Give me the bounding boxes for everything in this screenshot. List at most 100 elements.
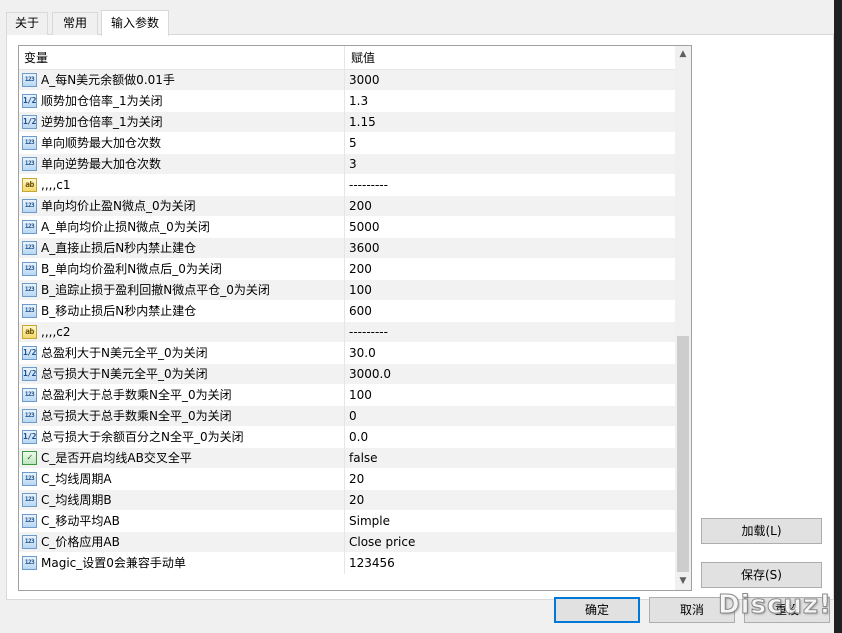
- table-row[interactable]: 123 C_均线周期B 20: [19, 490, 675, 511]
- variable-cell[interactable]: 123 单向顺势最大加仓次数: [19, 133, 345, 154]
- variable-name: A_单向均价止损N微点_0为关闭: [41, 220, 210, 234]
- variable-cell[interactable]: 123 单向均价止盈N微点_0为关闭: [19, 196, 345, 217]
- variable-name: B_移动止损后N秒内禁止建仓: [41, 304, 197, 318]
- table-row[interactable]: 123 C_价格应用AB Close price: [19, 532, 675, 553]
- window-edge: [834, 0, 842, 633]
- variable-cell[interactable]: 123 C_均线周期A: [19, 469, 345, 490]
- value-cell[interactable]: 20: [346, 490, 675, 511]
- ok-button[interactable]: 确定: [554, 597, 640, 623]
- tab-about[interactable]: 关于: [6, 12, 48, 35]
- table-row[interactable]: 1/2 总亏损大于余额百分之N全平_0为关闭 0.0: [19, 427, 675, 448]
- variable-cell[interactable]: 1/2 总亏损大于余额百分之N全平_0为关闭: [19, 427, 345, 448]
- variable-cell[interactable]: 123 C_价格应用AB: [19, 532, 345, 553]
- column-header-value[interactable]: 赋值: [346, 46, 675, 70]
- type-double-icon: 1/2: [22, 94, 37, 108]
- load-button[interactable]: 加载(L): [701, 518, 822, 544]
- table-row[interactable]: ✓ C_是否开启均线AB交叉全平 false: [19, 448, 675, 469]
- type-bool-icon: ✓: [22, 451, 37, 465]
- variable-name: 总亏损大于N美元全平_0为关闭: [41, 367, 208, 381]
- table-row[interactable]: 123 B_移动止损后N秒内禁止建仓 600: [19, 301, 675, 322]
- variable-cell[interactable]: ab ,,,,c2: [19, 322, 345, 343]
- value-cell[interactable]: 1.3: [346, 91, 675, 112]
- table-row[interactable]: 1/2 总亏损大于N美元全平_0为关闭 3000.0: [19, 364, 675, 385]
- variable-name: C_是否开启均线AB交叉全平: [41, 451, 192, 465]
- variable-name: ,,,,c1: [41, 178, 71, 192]
- table-row[interactable]: 123 总亏损大于总手数乘N全平_0为关闭 0: [19, 406, 675, 427]
- tab-inputs[interactable]: 输入参数: [101, 10, 169, 36]
- table-row[interactable]: 123 C_移动平均AB Simple: [19, 511, 675, 532]
- value-cell[interactable]: 200: [346, 259, 675, 280]
- variable-cell[interactable]: 123 Magic_设置0会兼容手动单: [19, 553, 345, 574]
- variable-cell[interactable]: 123 总亏损大于总手数乘N全平_0为关闭: [19, 406, 345, 427]
- table-row[interactable]: 123 A_每N美元余额做0.01手 3000: [19, 70, 675, 91]
- save-button[interactable]: 保存(S): [701, 562, 822, 588]
- tab-common[interactable]: 常用: [52, 12, 98, 35]
- table-row[interactable]: 123 A_直接止损后N秒内禁止建仓 3600: [19, 238, 675, 259]
- value-cell[interactable]: false: [346, 448, 675, 469]
- variable-name: 总亏损大于余额百分之N全平_0为关闭: [41, 430, 244, 444]
- table-row[interactable]: 1/2 逆势加仓倍率_1为关闭 1.15: [19, 112, 675, 133]
- value-cell[interactable]: 3600: [346, 238, 675, 259]
- table-row[interactable]: 123 C_均线周期A 20: [19, 469, 675, 490]
- variable-cell[interactable]: 123 总盈利大于总手数乘N全平_0为关闭: [19, 385, 345, 406]
- variable-cell[interactable]: 1/2 总盈利大于N美元全平_0为关闭: [19, 343, 345, 364]
- value-cell[interactable]: ---------: [346, 322, 675, 343]
- column-header-variable[interactable]: 变量: [19, 46, 345, 70]
- variable-cell[interactable]: 123 A_直接止损后N秒内禁止建仓: [19, 238, 345, 259]
- type-int-icon: 123: [22, 514, 37, 528]
- value-cell[interactable]: 5: [346, 133, 675, 154]
- variable-cell[interactable]: 1/2 顺势加仓倍率_1为关闭: [19, 91, 345, 112]
- variable-cell[interactable]: 123 B_单向均价盈利N微点后_0为关闭: [19, 259, 345, 280]
- scrollbar-thumb[interactable]: [677, 336, 689, 572]
- table-row[interactable]: 123 B_单向均价盈利N微点后_0为关闭 200: [19, 259, 675, 280]
- variable-cell[interactable]: 123 C_均线周期B: [19, 490, 345, 511]
- variable-cell[interactable]: 123 B_移动止损后N秒内禁止建仓: [19, 301, 345, 322]
- variable-name: B_单向均价盈利N微点后_0为关闭: [41, 262, 222, 276]
- value-cell[interactable]: 100: [346, 385, 675, 406]
- value-cell[interactable]: 1.15: [346, 112, 675, 133]
- scroll-up-arrow-icon[interactable]: ▲: [675, 46, 691, 63]
- type-double-icon: 1/2: [22, 367, 37, 381]
- value-cell[interactable]: Close price: [346, 532, 675, 553]
- table-row[interactable]: 123 A_单向均价止损N微点_0为关闭 5000: [19, 217, 675, 238]
- table-row[interactable]: 123 单向均价止盈N微点_0为关闭 200: [19, 196, 675, 217]
- table-row[interactable]: 123 Magic_设置0会兼容手动单 123456: [19, 553, 675, 574]
- scroll-down-arrow-icon[interactable]: ▼: [675, 573, 691, 590]
- table-row[interactable]: ab ,,,,c1 ---------: [19, 175, 675, 196]
- variable-name: C_价格应用AB: [41, 535, 120, 549]
- value-cell[interactable]: 100: [346, 280, 675, 301]
- value-cell[interactable]: 20: [346, 469, 675, 490]
- variable-cell[interactable]: ab ,,,,c1: [19, 175, 345, 196]
- vertical-scrollbar[interactable]: ▲ ▼: [675, 46, 691, 590]
- variable-cell[interactable]: 123 B_追踪止损于盈利回撤N微点平仓_0为关闭: [19, 280, 345, 301]
- value-cell[interactable]: 0.0: [346, 427, 675, 448]
- type-double-icon: 1/2: [22, 430, 37, 444]
- variable-cell[interactable]: ✓ C_是否开启均线AB交叉全平: [19, 448, 345, 469]
- value-cell[interactable]: 123456: [346, 553, 675, 574]
- table-row[interactable]: 123 总盈利大于总手数乘N全平_0为关闭 100: [19, 385, 675, 406]
- value-cell[interactable]: ---------: [346, 175, 675, 196]
- value-cell[interactable]: 3: [346, 154, 675, 175]
- value-cell[interactable]: 3000.0: [346, 364, 675, 385]
- value-cell[interactable]: 30.0: [346, 343, 675, 364]
- table-row[interactable]: 123 单向逆势最大加仓次数 3: [19, 154, 675, 175]
- variable-cell[interactable]: 1/2 总亏损大于N美元全平_0为关闭: [19, 364, 345, 385]
- value-cell[interactable]: 0: [346, 406, 675, 427]
- grid-rows: 123 A_每N美元余额做0.01手 3000 1/2 顺势加仓倍率_1为关闭 1.3 1/…: [19, 70, 675, 574]
- value-cell[interactable]: 5000: [346, 217, 675, 238]
- value-cell[interactable]: 600: [346, 301, 675, 322]
- variable-cell[interactable]: 123 单向逆势最大加仓次数: [19, 154, 345, 175]
- table-row[interactable]: ab ,,,,c2 ---------: [19, 322, 675, 343]
- table-row[interactable]: 1/2 总盈利大于N美元全平_0为关闭 30.0: [19, 343, 675, 364]
- value-cell[interactable]: 3000: [346, 70, 675, 91]
- table-row[interactable]: 1/2 顺势加仓倍率_1为关闭 1.3: [19, 91, 675, 112]
- variable-cell[interactable]: 123 C_移动平均AB: [19, 511, 345, 532]
- table-row[interactable]: 123 单向顺势最大加仓次数 5: [19, 133, 675, 154]
- value-cell[interactable]: Simple: [346, 511, 675, 532]
- variable-cell[interactable]: 1/2 逆势加仓倍率_1为关闭: [19, 112, 345, 133]
- value-cell[interactable]: 200: [346, 196, 675, 217]
- variable-cell[interactable]: 123 A_单向均价止损N微点_0为关闭: [19, 217, 345, 238]
- table-row[interactable]: 123 B_追踪止损于盈利回撤N微点平仓_0为关闭 100: [19, 280, 675, 301]
- parameters-grid: 变量 赋值 123 A_每N美元余额做0.01手 3000 1/2 顺势加仓倍率_1为关…: [18, 45, 692, 591]
- variable-cell[interactable]: 123 A_每N美元余额做0.01手: [19, 70, 345, 91]
